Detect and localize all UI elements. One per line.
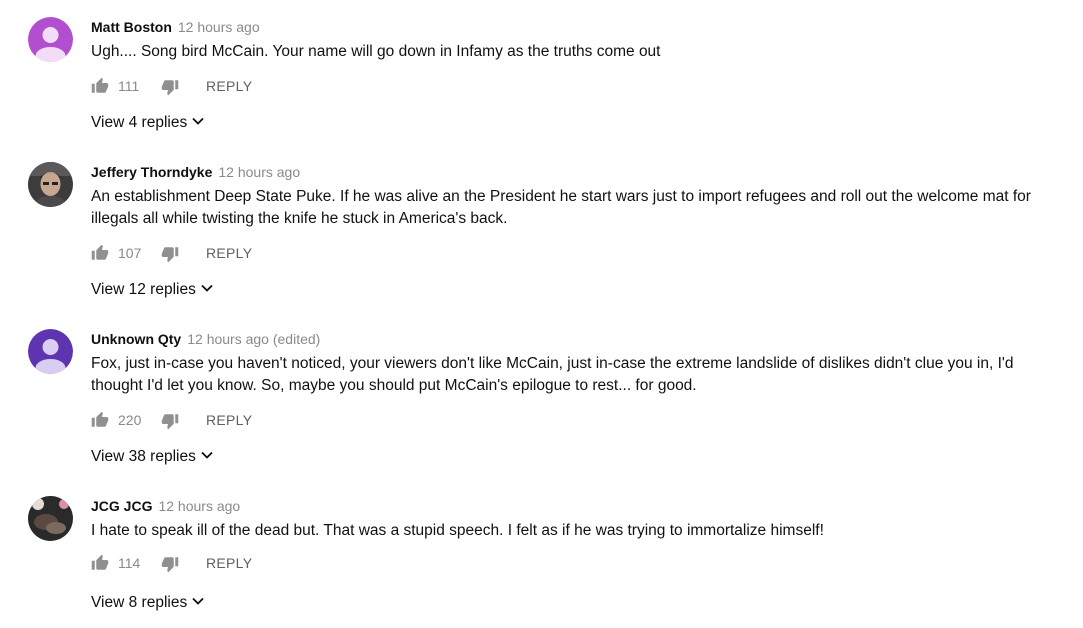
avatar-photo-icon [28,496,73,541]
reply-button[interactable]: REPLY [206,410,252,430]
reply-button[interactable]: REPLY [206,243,252,263]
comment-header: Jeffery Thorndyke 12 hours ago [91,162,1066,182]
thumbs-up-icon[interactable] [91,411,109,429]
comment-text: Fox, just in-case you haven't noticed, y… [91,355,1014,394]
like-count: 220 [118,412,142,428]
timestamp[interactable]: 12 hours ago [218,164,300,180]
avatar[interactable] [28,162,73,207]
reply-button[interactable]: REPLY [206,76,252,96]
thumbs-up-icon[interactable] [91,554,109,572]
comment-header: Unknown Qty 12 hours ago (edited) [91,329,1066,349]
comment-actions: 107 REPLY [91,242,1066,264]
thumbs-up-icon[interactable] [91,244,109,262]
timestamp[interactable]: 12 hours ago (edited) [187,331,320,347]
comment-text: Ugh.... Song bird McCain. Your name will… [91,43,661,60]
reply-button[interactable]: REPLY [206,553,252,573]
chevron-down-icon [201,452,213,460]
comment-header: Matt Boston 12 hours ago [91,17,1066,37]
like-count: 114 [118,555,141,571]
comment-actions: 111 REPLY [91,75,1066,97]
view-replies-label: View 12 replies [91,281,196,298]
thumbs-up-icon[interactable] [91,77,109,95]
avatar[interactable] [28,17,73,62]
avatar[interactable] [28,496,73,541]
comment-actions: 114 REPLY [91,552,1066,574]
avatar[interactable] [28,329,73,374]
comment-header: JCG JCG 12 hours ago [91,496,1066,516]
author-name[interactable]: Unknown Qty [91,331,181,347]
view-replies-label: View 8 replies [91,594,188,611]
view-replies-button[interactable]: View 8 replies [91,592,204,614]
comment-body: Jeffery Thorndyke 12 hours ago An establi… [91,162,1066,264]
comment-text: An establishment Deep State Puke. If he … [91,188,1031,227]
comment-text: I hate to speak ill of the dead but. Tha… [91,522,824,539]
thumbs-down-icon[interactable] [161,245,179,263]
author-name[interactable]: Jeffery Thorndyke [91,164,212,180]
view-replies-button[interactable]: View 12 replies [91,279,213,301]
thumbs-down-icon[interactable] [161,555,179,573]
author-name[interactable]: Matt Boston [91,19,172,35]
comment-actions: 220 REPLY [91,409,1066,431]
timestamp[interactable]: 12 hours ago [178,19,260,35]
timestamp[interactable]: 12 hours ago [158,498,240,514]
like-count: 107 [118,245,142,261]
author-name[interactable]: JCG JCG [91,498,152,514]
chevron-down-icon [192,118,204,126]
thumbs-down-icon[interactable] [161,412,179,430]
view-replies-button[interactable]: View 38 replies [91,446,213,468]
view-replies-label: View 38 replies [91,448,196,465]
view-replies-label: View 4 replies [91,114,188,131]
comment-body: JCG JCG 12 hours ago I hate to speak ill … [91,496,1066,574]
avatar-default-icon [28,17,73,62]
thumbs-down-icon[interactable] [161,78,179,96]
comment-body: Unknown Qty 12 hours ago (edited) Fox, ju… [91,329,1066,431]
avatar-default-icon [28,329,73,374]
chevron-down-icon [192,598,204,606]
comment-body: Matt Boston 12 hours ago Ugh.... Song bir… [91,17,1066,97]
like-count: 111 [118,78,140,94]
chevron-down-icon [201,285,213,293]
avatar-photo-icon [28,162,73,207]
view-replies-button[interactable]: View 4 replies [91,112,204,134]
